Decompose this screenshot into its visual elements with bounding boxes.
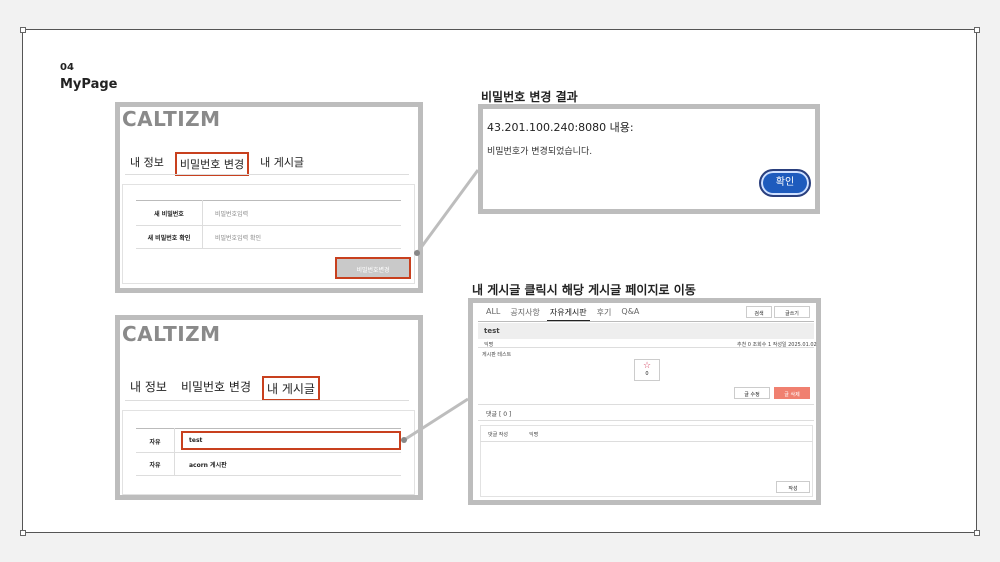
connector-line [415,169,480,254]
connector-dot [401,437,407,443]
connector-dot [414,250,420,256]
connector-line [403,397,469,442]
callout-connectors [401,169,480,443]
